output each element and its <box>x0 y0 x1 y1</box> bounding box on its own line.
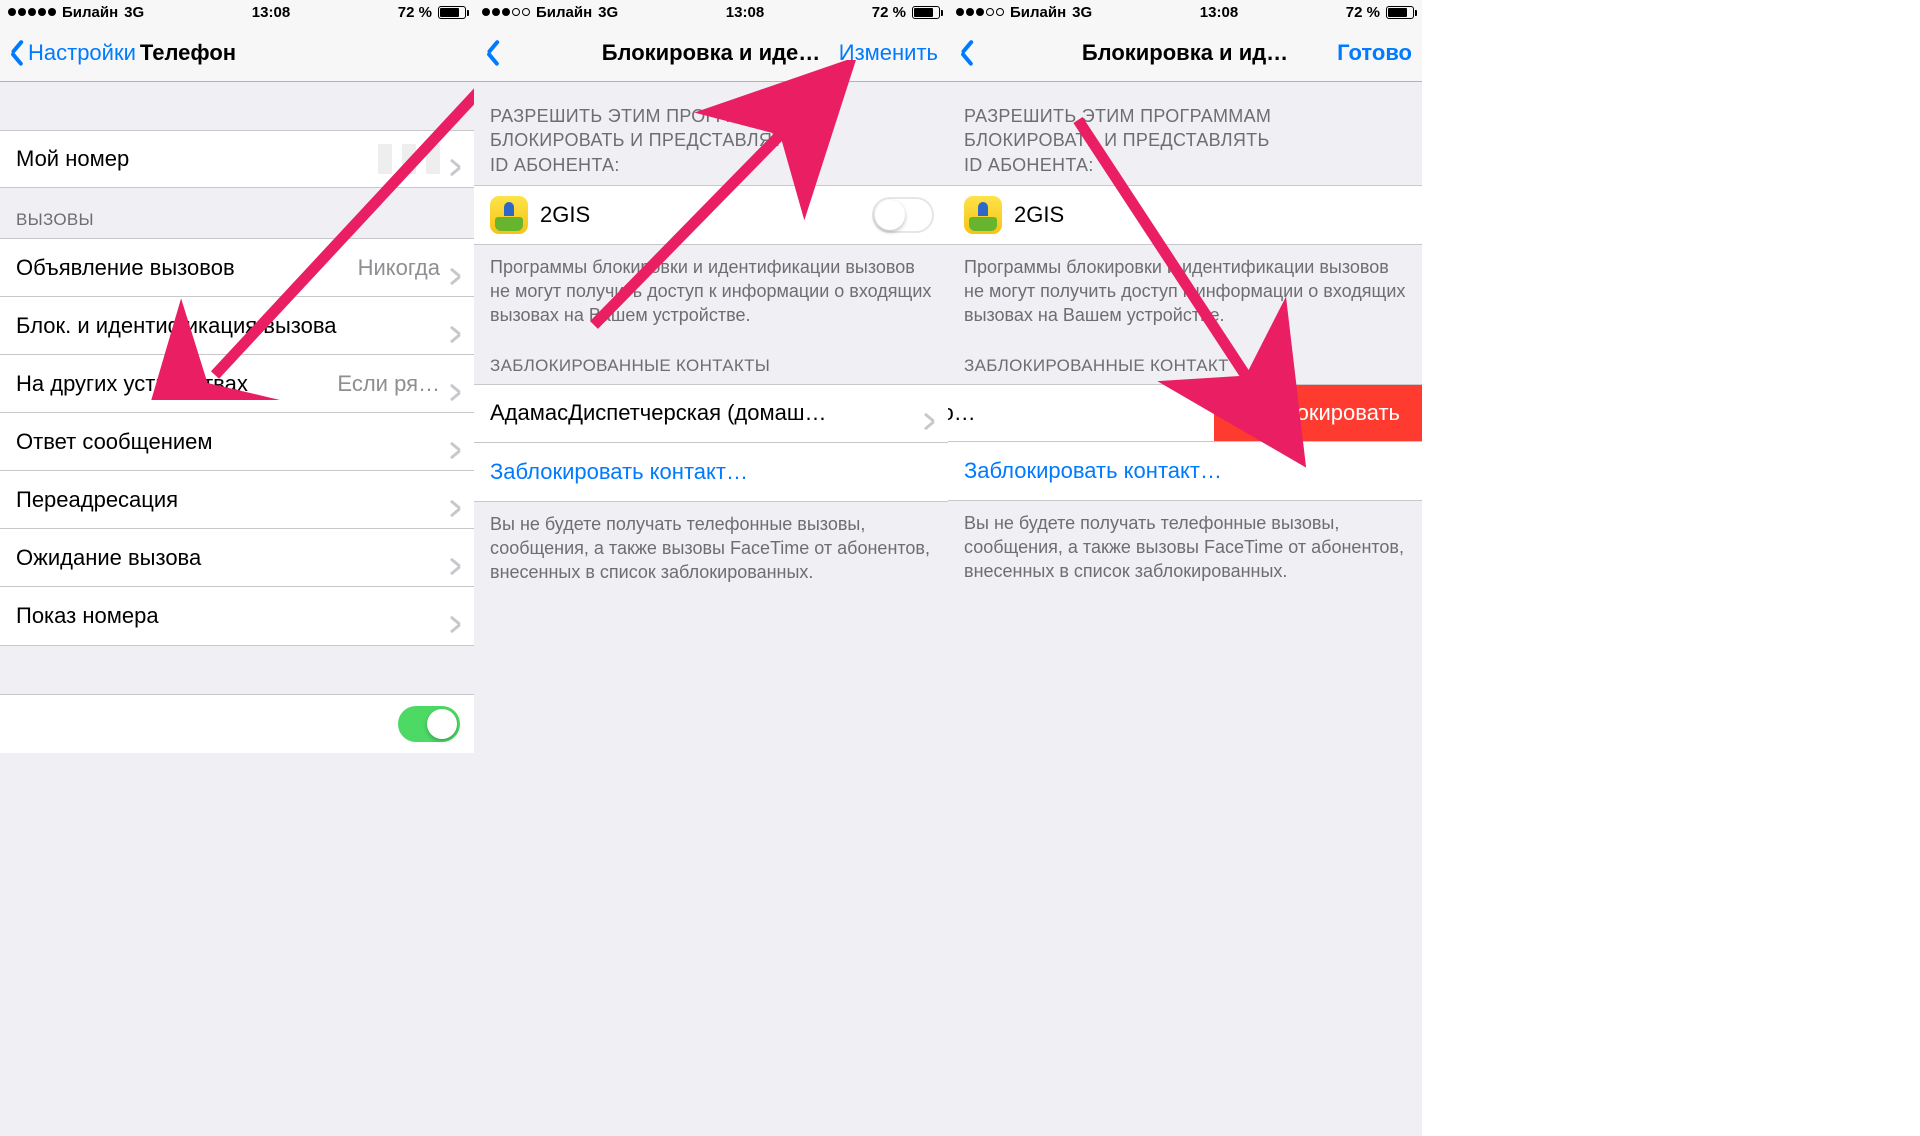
cell-label: АдамасДиспетчерская (домаш… <box>490 400 827 426</box>
section-footer-allow: Программы блокировки и идентификации выз… <box>474 245 948 334</box>
section-footer-blocked: Вы не будете получать телефонные вызовы,… <box>474 502 948 591</box>
cell-label: тчерская (до… <box>948 385 992 441</box>
nav-title: Блокировка и ид… <box>1082 40 1288 66</box>
back-label: Настройки <box>28 40 136 66</box>
nav-bar: Настройки Телефон <box>0 24 474 82</box>
cell-label: Переадресация <box>16 487 178 513</box>
battery-icon <box>438 6 466 19</box>
cell-caller-id[interactable]: Показ номера <box>0 587 474 645</box>
cell-label: Ожидание вызова <box>16 545 201 571</box>
cell-my-number[interactable]: Мой номер <box>0 130 474 188</box>
cell-call-waiting[interactable]: Ожидание вызова <box>0 529 474 587</box>
cell-label: 2GIS <box>1014 202 1064 228</box>
chevron-left-icon <box>486 40 502 66</box>
section-header-calls: ВЫЗОВЫ <box>0 188 474 238</box>
cell-label: Показ номера <box>16 603 159 629</box>
calls-group: Объявление вызовов Никогда Блок. и идент… <box>0 238 474 646</box>
cell-label: Ответ сообщением <box>16 429 213 455</box>
battery-icon <box>912 6 940 19</box>
cell-other-devices[interactable]: На других устройствах Если ря… <box>0 355 474 413</box>
nav-title: Телефон <box>140 40 236 66</box>
clock: 13:08 <box>726 4 764 21</box>
status-bar: Билайн 3G 13:08 72 % <box>474 0 948 24</box>
app-icon-2gis <box>964 196 1002 234</box>
cell-label: 2GIS <box>540 202 590 228</box>
cell-label: На других устройствах <box>16 371 248 397</box>
status-bar: Билайн 3G 13:08 72 % <box>948 0 1422 24</box>
cell-value: Никогда <box>358 255 458 281</box>
cell-blocked-contact[interactable]: АдамасДиспетчерская (домаш… <box>474 385 948 443</box>
back-button[interactable] <box>484 40 502 66</box>
cell-partial-toggle[interactable]: x <box>0 695 474 753</box>
phone-number-blurred <box>378 144 458 174</box>
cell-label: Заблокировать контакт… <box>490 459 748 485</box>
clock: 13:08 <box>252 4 290 21</box>
section-header-blocked: ЗАБЛОКИРОВАННЫЕ КОНТАКТЫ <box>474 334 948 384</box>
cell-block-identify[interactable]: Блок. и идентификация вызова <box>0 297 474 355</box>
cell-block-contact[interactable]: Заблокировать контакт… <box>474 443 948 501</box>
status-bar: Билайн 3G 13:08 72 % <box>0 0 474 24</box>
section-footer-allow: Программы блокировки и идентификации выз… <box>948 245 1422 334</box>
section-header-blocked: ЗАБЛОКИРОВАННЫЕ КОНТАКТ <box>948 334 1422 384</box>
cell-label: Объявление вызовов <box>16 255 235 281</box>
app-icon-2gis <box>490 196 528 234</box>
carrier-label: Билайн <box>1010 4 1066 21</box>
network-label: 3G <box>124 4 144 21</box>
cell-app-2gis[interactable]: 2GIS <box>474 186 948 244</box>
network-label: 3G <box>598 4 618 21</box>
chevron-left-icon <box>960 40 976 66</box>
cell-label: Блок. и идентификация вызова <box>16 313 337 339</box>
cell-label: Заблокировать контакт… <box>964 458 1222 484</box>
cell-block-contact[interactable]: Заблокировать контакт… <box>948 442 1422 500</box>
pane-block-id-editing: Билайн 3G 13:08 72 % Блокировка и ид… Го… <box>948 0 1422 1136</box>
back-button[interactable]: Настройки <box>10 40 136 66</box>
nav-bar: Блокировка и ид… Готово <box>948 24 1422 82</box>
battery-pct: 72 % <box>1346 4 1380 21</box>
battery-icon <box>1386 6 1414 19</box>
done-button[interactable]: Готово <box>1337 40 1412 66</box>
cell-sms-reply[interactable]: Ответ сообщением <box>0 413 474 471</box>
toggle-switch[interactable] <box>398 706 460 742</box>
cell-announce-calls[interactable]: Объявление вызовов Никогда <box>0 239 474 297</box>
cell-blocked-contact-swiped[interactable]: тчерская (до… Разблокировать <box>948 384 1422 442</box>
chevron-left-icon <box>10 40 26 66</box>
pane-phone-settings: Билайн 3G 13:08 72 % Настройки Телефон М… <box>0 0 474 1136</box>
clock: 13:08 <box>1200 4 1238 21</box>
section-header-allow-apps: РАЗРЕШИТЬ ЭТИМ ПРОГРАММАМ БЛОКИРОВАТЬ И … <box>474 82 948 185</box>
signal-icon <box>8 8 56 16</box>
network-label: 3G <box>1072 4 1092 21</box>
back-button[interactable] <box>958 40 976 66</box>
nav-title: Блокировка и иде… <box>602 40 821 66</box>
battery-pct: 72 % <box>398 4 432 21</box>
cell-value: Если ря… <box>337 371 458 397</box>
signal-icon <box>956 8 1004 16</box>
nav-bar: Блокировка и иде… Изменить <box>474 24 948 82</box>
pane-block-id: Билайн 3G 13:08 72 % Блокировка и иде… И… <box>474 0 948 1136</box>
battery-pct: 72 % <box>872 4 906 21</box>
unblock-button[interactable]: Разблокировать <box>1214 385 1422 441</box>
section-footer-blocked: Вы не будете получать телефонные вызовы,… <box>948 501 1422 590</box>
section-header-allow-apps: РАЗРЕШИТЬ ЭТИМ ПРОГРАММАМ БЛОКИРОВАТЬ И … <box>948 82 1422 185</box>
toggle-switch[interactable] <box>872 197 934 233</box>
cell-app-2gis[interactable]: 2GIS <box>948 186 1422 244</box>
signal-icon <box>482 8 530 16</box>
carrier-label: Билайн <box>62 4 118 21</box>
cell-label: Мой номер <box>16 146 129 172</box>
cell-call-forwarding[interactable]: Переадресация <box>0 471 474 529</box>
carrier-label: Билайн <box>536 4 592 21</box>
edit-button[interactable]: Изменить <box>839 40 938 66</box>
